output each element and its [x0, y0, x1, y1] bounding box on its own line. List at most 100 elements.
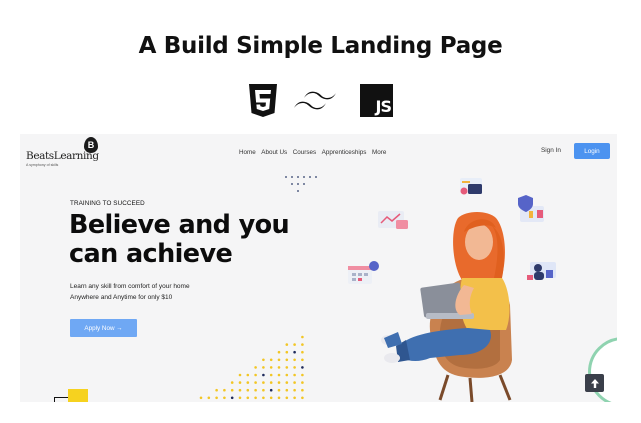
decorative-dot [254, 388, 257, 392]
decorative-dot [301, 381, 304, 384]
hero-kicker: TRAINING TO SUCCEED [70, 200, 145, 207]
hero-headline: Believe and you can achieve [69, 211, 369, 269]
tech-icons-row: JS [248, 84, 396, 120]
hero-subtext-line-1: Learn any skill from comfort of your hom… [70, 283, 190, 290]
nav-more[interactable]: More [372, 149, 386, 156]
decorative-dot [254, 381, 257, 384]
page-title: A Build Simple Landing Page [138, 33, 503, 59]
decorative-dot [285, 396, 289, 400]
decorative-dot [254, 366, 257, 369]
decorative-dot [277, 366, 281, 369]
decorative-dot [223, 396, 226, 400]
decorative-dot [277, 358, 281, 362]
decorative-dot [262, 388, 265, 392]
decorative-dot [262, 396, 265, 400]
sign-in-link[interactable]: Sign In [541, 147, 561, 154]
decorative-dot [223, 388, 226, 392]
tailwind-icon [292, 91, 340, 113]
floating-calendar-card-icon [348, 261, 379, 284]
decorative-dot [293, 343, 296, 346]
decorative-dot [269, 373, 273, 377]
decorative-dot [262, 373, 265, 377]
html5-icon [248, 84, 278, 118]
decorative-dot [238, 396, 242, 400]
decorative-dots-top [285, 176, 317, 192]
decorative-dot [285, 373, 289, 377]
decorative-dot [285, 350, 289, 354]
nav-courses[interactable]: Courses [293, 149, 316, 156]
decorative-dot [285, 381, 289, 384]
main-nav: Home About Us Courses Apprenticeships Mo… [239, 149, 392, 156]
decorative-dot-grid [199, 335, 304, 400]
decorative-dot [199, 396, 203, 400]
nav-about-us[interactable]: About Us [261, 149, 287, 156]
decorative-dot [301, 343, 304, 346]
decorative-dot [238, 373, 242, 377]
decorative-dot [230, 396, 234, 400]
decorative-dot [254, 373, 257, 377]
decorative-dot [293, 388, 296, 392]
decorative-dot [301, 335, 304, 339]
decorative-dot [215, 388, 218, 392]
hero-headline-line-1: Believe and you [69, 210, 290, 240]
decorative-dot [215, 396, 218, 400]
decorative-dot [301, 373, 304, 377]
decorative-dot [246, 373, 250, 377]
decorative-dot [277, 396, 281, 400]
decorative-dot [301, 388, 304, 392]
decorative-dot [238, 381, 242, 384]
scroll-to-top-button[interactable] [585, 374, 604, 392]
decorative-dot [207, 396, 211, 400]
decorative-line [54, 397, 68, 398]
decorative-dot [262, 381, 265, 384]
landing-page-preview: B BeatsLearning A symphony of skills Hom… [20, 134, 617, 402]
decorative-dot [262, 366, 265, 369]
decorative-dot [293, 350, 296, 354]
decorative-dot [269, 358, 273, 362]
decorative-dot [293, 366, 296, 369]
decorative-dot [269, 388, 273, 392]
decorative-dot [238, 388, 242, 392]
floating-people-card-icon [527, 262, 556, 280]
decorative-dot [301, 396, 304, 400]
decorative-dot [293, 396, 296, 400]
decorative-dot [277, 350, 281, 354]
decorative-dot [246, 388, 250, 392]
decorative-dot [285, 343, 289, 346]
decorative-dot [269, 381, 273, 384]
arrow-up-icon [590, 378, 599, 388]
decorative-dot [277, 373, 281, 377]
decorative-dot [285, 366, 289, 369]
hero-subtext-line-2: Anywhere and Anytime for only $10 [70, 294, 173, 301]
login-button[interactable]: Login [574, 143, 610, 159]
hero-illustration [348, 178, 556, 402]
decorative-line-vertical [54, 397, 55, 402]
decorative-dot [293, 373, 296, 377]
javascript-icon: JS [360, 84, 393, 117]
decorative-dot [262, 358, 265, 362]
floating-chart-card-icon [460, 178, 482, 195]
decorative-dot [293, 358, 296, 362]
logo-tagline: A symphony of skills [26, 163, 59, 167]
decorative-dot [254, 396, 257, 400]
logo-name: BeatsLearning [26, 150, 99, 162]
decorative-yellow-square [68, 389, 88, 402]
hero-headline-line-2: can achieve [69, 239, 233, 269]
decorative-dot [301, 366, 304, 369]
decorative-dot [269, 366, 273, 369]
floating-shield-card-icon [518, 195, 544, 222]
hero-subtext: Learn any skill from comfort of your hom… [70, 281, 290, 303]
decorative-dot [285, 388, 289, 392]
apply-now-button[interactable]: Apply Now → [70, 319, 137, 337]
nav-apprenticeships[interactable]: Apprenticeships [322, 149, 367, 156]
decorative-dot [246, 381, 250, 384]
decorative-dot [269, 396, 273, 400]
decorative-dot [293, 381, 296, 384]
decorative-dot [285, 358, 289, 362]
decorative-dot [230, 388, 234, 392]
decorative-dot [246, 396, 250, 400]
site-logo[interactable]: B BeatsLearning A symphony of skills [26, 137, 116, 167]
decorative-dot [230, 381, 234, 384]
nav-home[interactable]: Home [239, 149, 256, 156]
decorative-dot [277, 388, 281, 392]
